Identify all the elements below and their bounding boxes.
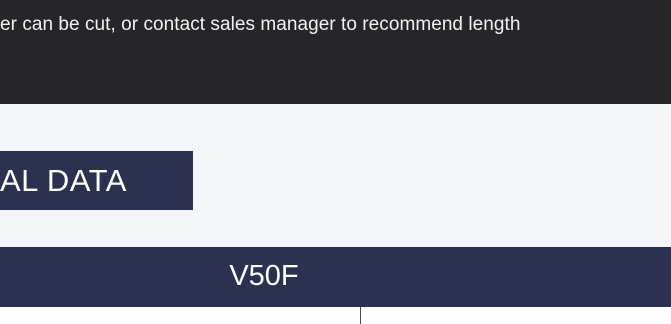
- model-name: V50F: [229, 260, 299, 292]
- info-banner: er can be cut, or contact sales manager …: [0, 0, 671, 104]
- table-header-row: [0, 307, 671, 324]
- column-divider: [360, 307, 361, 324]
- banner-text: er can be cut, or contact sales manager …: [0, 14, 521, 35]
- section-title: AL DATA: [0, 163, 127, 198]
- model-header-bar: V50F: [0, 247, 671, 307]
- spec-page: er can be cut, or contact sales manager …: [0, 0, 671, 324]
- section-header: AL DATA: [0, 151, 193, 210]
